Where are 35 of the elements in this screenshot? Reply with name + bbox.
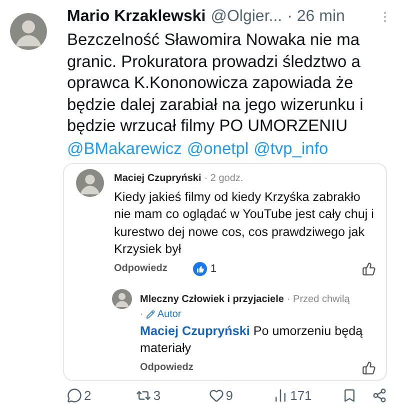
bookmark-icon: [342, 388, 358, 403]
like-icon: [208, 388, 224, 403]
reply-link[interactable]: Odpowiedz: [140, 362, 194, 373]
share-button[interactable]: [372, 388, 388, 403]
bar-chart-icon: [273, 388, 288, 403]
reply-icon: [67, 388, 82, 403]
separator-dot: ·: [140, 308, 144, 320]
commenter-name: Maciej Czupryński: [114, 172, 202, 184]
avatar: [76, 168, 104, 196]
reply-text: Maciej Czupryński Po umorzeniu będą materiały: [140, 322, 364, 357]
post-time: · 26 min: [287, 8, 345, 26]
comment-time: · Przed chwilą: [286, 294, 350, 304]
reply-button[interactable]: 2: [67, 388, 92, 403]
avatar: [10, 13, 47, 50]
thumbs-up-icon[interactable]: [362, 360, 376, 374]
views-button[interactable]: 171: [273, 388, 312, 403]
comment-text: Kiedy jakieś filmy od kiedy Krzyśka zabrakło nie mam co oglądać w YouTube jest cały chuj i kurestwo dej nowe cos, cos prawdziwego jak Krzysiek był: [114, 188, 375, 258]
like-reaction-icon: [193, 262, 208, 276]
retweet-button[interactable]: 3: [136, 388, 161, 403]
pencil-icon: [146, 310, 156, 318]
bookmark-button[interactable]: [342, 388, 358, 403]
thumbs-up-icon[interactable]: [362, 262, 376, 276]
comment-time: · 2 godz.: [204, 172, 244, 184]
reaction-count: 1: [210, 262, 216, 274]
share-icon: [372, 388, 388, 403]
post-text: Bezczelność Sławomira Nowaka nie ma granic. Prokuratora prowadzi śledztwo a oprawca K.Kononowicza zapowiada że będzie dalej zarabiał na jego wizerunku i będzie wrzucał filmy PO UMORZENIU: [67, 30, 364, 137]
mention-link[interactable]: Maciej Czupryński: [140, 324, 250, 338]
like-button[interactable]: 9: [208, 388, 233, 403]
reply-link[interactable]: Odpowiedz: [114, 263, 168, 274]
author-label: Autor: [146, 308, 182, 320]
avatar: [112, 288, 132, 308]
commenter-name: Mleczny Człowiek i przyjaciele: [140, 294, 284, 304]
author-handle: @Olgier...: [210, 8, 282, 26]
author-name[interactable]: Mario Krzaklewski: [67, 8, 206, 26]
retweet-icon: [136, 388, 152, 403]
